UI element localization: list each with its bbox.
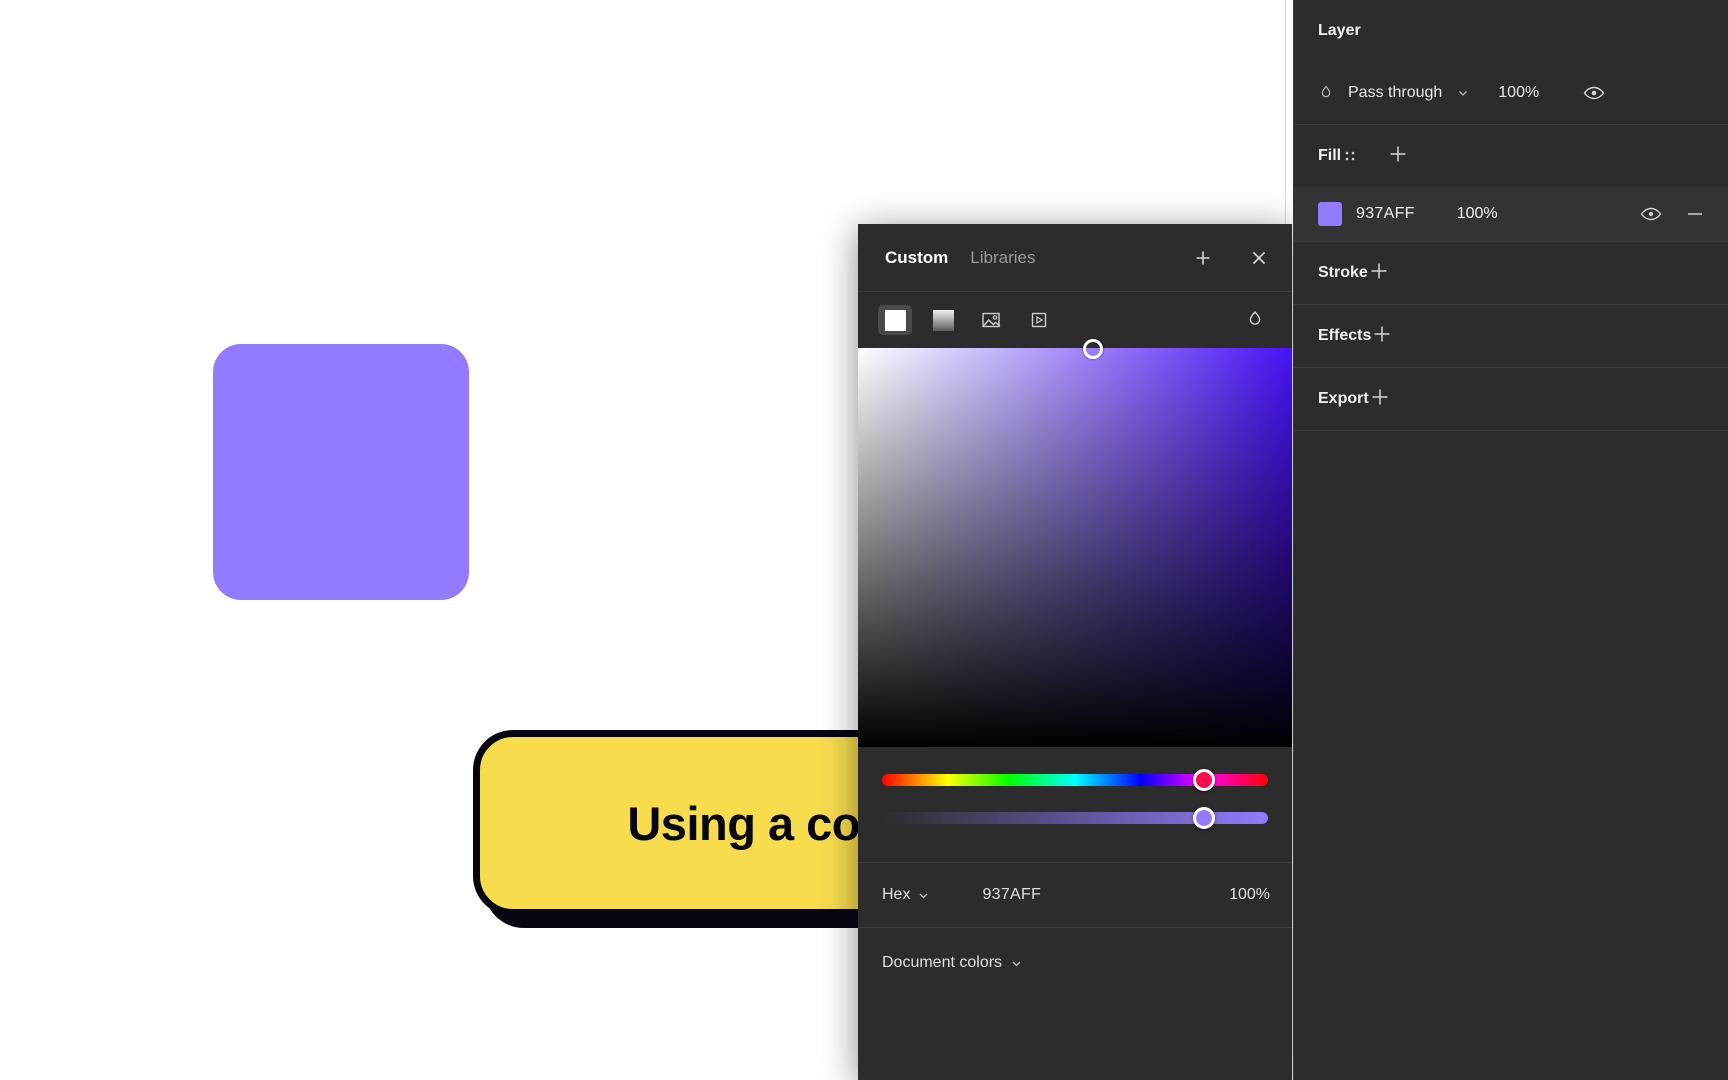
remove-fill-icon[interactable] [1684, 207, 1706, 221]
effects-title: Effects [1318, 327, 1372, 344]
eyedropper-icon[interactable] [1238, 305, 1272, 335]
layer-opacity-value[interactable]: 100% [1498, 84, 1539, 102]
fill-styles-icon[interactable] [1341, 147, 1359, 165]
color-mode-dropdown[interactable]: Hex [882, 886, 930, 904]
add-stroke-button[interactable] [1368, 260, 1390, 286]
color-sliders [858, 747, 1292, 862]
alpha-slider-knob[interactable] [1193, 807, 1215, 829]
export-section-header: Export [1318, 368, 1706, 430]
blend-mode-label[interactable]: Pass through [1348, 84, 1442, 102]
effects-section: Effects [1294, 305, 1728, 367]
saturation-value-handle[interactable] [1083, 339, 1103, 359]
fill-section-header: Fill [1318, 125, 1706, 187]
color-picker-panel[interactable]: Custom Libraries Hex 937AFF 100% Documen… [858, 224, 1292, 1080]
solid-fill-icon[interactable] [878, 305, 912, 335]
export-title: Export [1318, 390, 1369, 407]
saturation-value-field[interactable] [858, 339, 1292, 747]
purple-rounded-square-shape[interactable] [213, 344, 469, 600]
chevron-down-icon [1012, 961, 1021, 966]
fill-opacity-value[interactable]: 100% [1457, 205, 1498, 223]
hex-value-input[interactable]: 937AFF [982, 886, 1041, 904]
layer-section: Layer Pass through 100% [1294, 0, 1728, 124]
hue-slider[interactable] [882, 769, 1268, 791]
add-style-icon[interactable] [1186, 241, 1220, 275]
add-export-button[interactable] [1369, 386, 1391, 412]
close-icon[interactable] [1242, 241, 1276, 275]
picker-opacity-input[interactable]: 100% [1229, 886, 1270, 904]
canvas-guide-line [1285, 0, 1286, 240]
divider [1294, 430, 1728, 431]
alpha-slider[interactable] [882, 807, 1268, 829]
add-effect-button[interactable] [1371, 323, 1393, 349]
color-mode-label: Hex [882, 886, 911, 903]
document-colors-label: Document colors [882, 954, 1003, 971]
hue-slider-knob[interactable] [1193, 769, 1215, 791]
document-colors-section[interactable]: Document colors [858, 928, 1292, 998]
fill-row-actions [1640, 206, 1706, 222]
fill-title: Fill [1318, 147, 1342, 164]
fill-item-row[interactable]: 937AFF 100% [1294, 187, 1728, 241]
stroke-section-header: Stroke [1318, 242, 1706, 304]
add-fill-button[interactable] [1387, 143, 1409, 169]
image-fill-icon[interactable] [974, 305, 1008, 335]
blend-mode-row: Pass through 100% [1318, 62, 1706, 124]
layer-title: Layer [1318, 22, 1361, 39]
chevron-down-icon [919, 893, 928, 898]
tab-libraries[interactable]: Libraries [970, 248, 1035, 268]
video-fill-icon[interactable] [1022, 305, 1056, 335]
color-picker-header: Custom Libraries [858, 224, 1292, 292]
fill-visibility-eye-icon[interactable] [1640, 206, 1662, 222]
visibility-eye-icon[interactable] [1583, 85, 1605, 101]
effects-section-header: Effects [1318, 305, 1706, 367]
fill-type-toolbar [858, 292, 1292, 348]
chevron-down-icon[interactable] [1456, 86, 1470, 100]
hex-input-row: Hex 937AFF 100% [858, 862, 1292, 928]
gradient-fill-icon[interactable] [926, 305, 960, 335]
properties-panel: Layer Pass through 100% Fill 937AFF 100%… [1293, 0, 1728, 1080]
fill-color-swatch[interactable] [1318, 202, 1342, 226]
blend-mode-icon [1318, 84, 1334, 102]
stroke-title: Stroke [1318, 264, 1368, 281]
app-root: Using a color picker Custom Libraries He… [0, 0, 1728, 1080]
stroke-section: Stroke [1294, 242, 1728, 304]
fill-section: Fill [1294, 125, 1728, 187]
fill-hex-value[interactable]: 937AFF [1356, 205, 1415, 223]
layer-section-header: Layer [1318, 0, 1706, 62]
tab-custom[interactable]: Custom [885, 248, 948, 268]
export-section: Export [1294, 368, 1728, 430]
